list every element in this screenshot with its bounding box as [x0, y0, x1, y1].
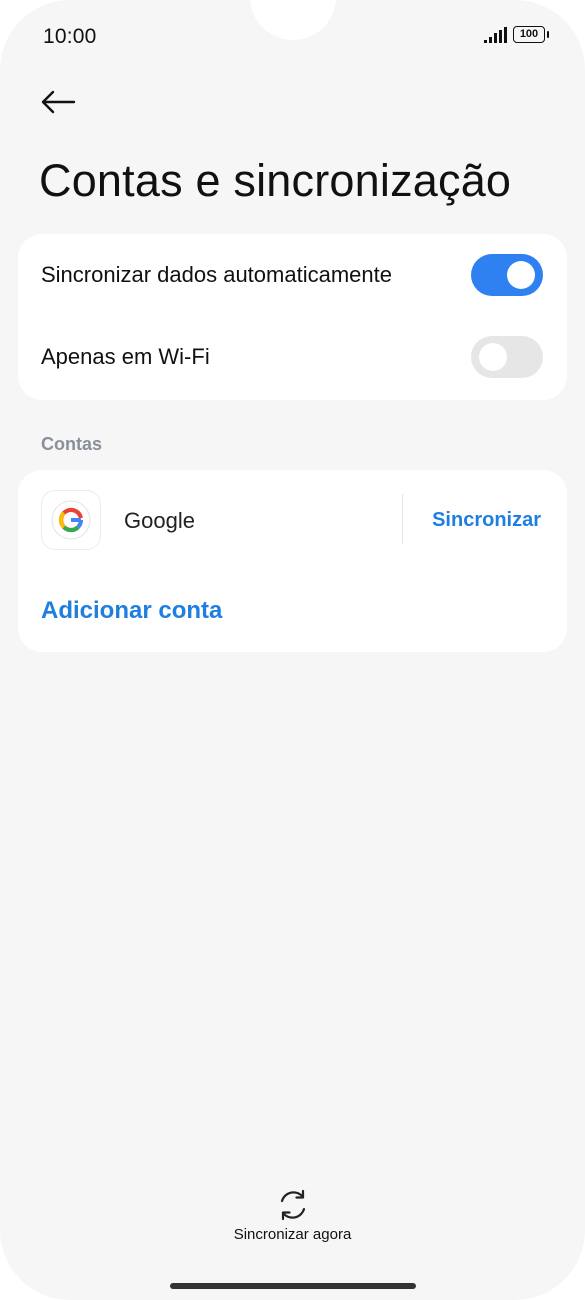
wifi-only-row[interactable]: Apenas em Wi-Fi	[18, 316, 567, 398]
camera-notch	[250, 0, 336, 40]
auto-sync-toggle[interactable]	[471, 254, 543, 296]
auto-sync-label: Sincronizar dados automaticamente	[41, 262, 392, 287]
toggle-knob	[479, 343, 507, 371]
wifi-only-toggle[interactable]	[471, 336, 543, 378]
arrow-left-icon	[41, 90, 76, 114]
home-indicator[interactable]	[170, 1283, 416, 1289]
sync-now-button[interactable]: Sincronizar agora	[0, 1188, 585, 1243]
wifi-only-label: Apenas em Wi-Fi	[41, 344, 210, 369]
battery-icon: 100	[513, 26, 549, 43]
cellular-signal-icon	[484, 26, 507, 43]
accounts-section-heading: Contas	[41, 434, 103, 454]
page-title: Contas e sincronização	[39, 155, 512, 206]
sync-refresh-icon	[280, 1189, 305, 1221]
add-account-button[interactable]: Adicionar conta	[41, 597, 222, 625]
phone-screen: 10:00 100 Contas e sincronização Sincron…	[0, 0, 585, 1300]
sync-now-label: Sincronizar agora	[233, 1226, 352, 1243]
toggle-knob	[507, 261, 535, 289]
google-account-icon[interactable]	[41, 490, 101, 550]
google-logo-icon	[51, 500, 91, 540]
account-name[interactable]: Google	[124, 508, 195, 534]
status-time: 10:00	[43, 25, 97, 48]
auto-sync-row[interactable]: Sincronizar dados automaticamente	[18, 234, 567, 316]
sync-settings-card: Sincronizar dados automaticamente Apenas…	[18, 234, 567, 400]
accounts-card: Google Sincronizar Adicionar conta	[18, 470, 567, 652]
sync-account-button[interactable]: Sincronizar	[432, 509, 541, 532]
status-icons: 100	[484, 26, 549, 43]
back-button[interactable]	[38, 82, 78, 122]
vertical-divider	[402, 494, 403, 544]
